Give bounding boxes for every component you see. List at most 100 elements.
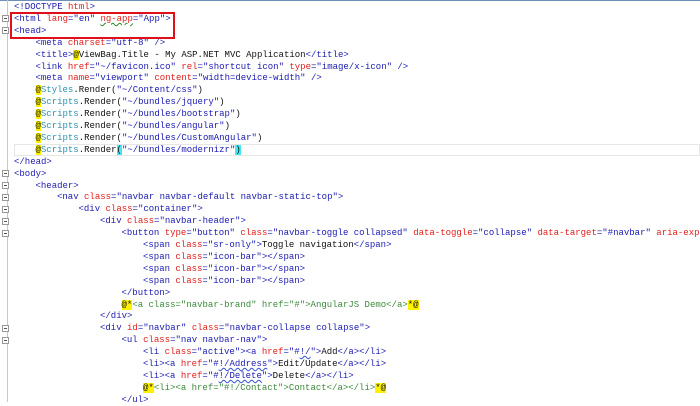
code-token-text: .Render	[79, 145, 117, 155]
code-token-type: Scripts	[41, 145, 79, 155]
annotation-highlight-box	[10, 12, 175, 39]
code-line[interactable]: <span class="icon-bar"></span>	[143, 263, 305, 275]
code-token-attr: class	[106, 204, 133, 214]
code-token-type: Scripts	[41, 97, 79, 107]
code-token-tag: <span	[143, 276, 175, 286]
code-token-type: Scripts	[41, 109, 79, 119]
code-line[interactable]: <body>	[14, 168, 46, 180]
code-token-val: "button"	[192, 228, 241, 238]
code-token-razor: *@	[375, 383, 386, 393]
code-token-tag: >	[197, 204, 202, 214]
code-line[interactable]: <div class="container">	[79, 203, 203, 215]
code-line[interactable]: <span class="sr-only">Toggle navigation<…	[143, 239, 391, 251]
code-token-attr: class	[127, 216, 154, 226]
code-token-tag: <span	[143, 252, 175, 262]
code-line[interactable]: <div class="navbar-header">	[100, 215, 246, 227]
code-token-text: )	[225, 121, 230, 131]
code-token-val: "~/bundles/angular"	[122, 121, 225, 131]
code-token-tag: </title>	[306, 50, 349, 60]
code-line[interactable]: </ul>	[122, 394, 149, 406]
code-token-tag: <li	[143, 347, 165, 357]
code-token-val: "~/favicon.ico"	[95, 62, 181, 72]
code-token-tag: <link	[36, 62, 68, 72]
code-token-attr: aria-expand	[656, 228, 700, 238]
code-line[interactable]: <nav class="navbar navbar-default navbar…	[57, 191, 343, 203]
code-token-tag: </head>	[14, 157, 52, 167]
code-line[interactable]: </head>	[14, 156, 52, 168]
collapse-toggle-icon[interactable]	[2, 218, 9, 225]
code-token-tag: />	[397, 62, 408, 72]
code-token-val: "icon-bar"	[208, 252, 262, 262]
code-token-val: "#	[208, 359, 219, 369]
code-token-tag: <li><a	[143, 359, 181, 369]
code-line[interactable]: @Styles.Render("~/Content/css")	[36, 84, 203, 96]
code-token-text: .Render(	[79, 109, 122, 119]
code-token-val: "icon-bar"	[208, 264, 262, 274]
collapse-toggle-icon[interactable]	[2, 206, 9, 213]
collapse-toggle-icon[interactable]	[2, 182, 9, 189]
code-line[interactable]: <meta name="viewport" content="width=dev…	[36, 72, 322, 84]
editor-top-border	[0, 0, 700, 1]
code-token-text: .Render(	[79, 121, 122, 131]
code-token-tag: <!DOCTYPE	[14, 2, 68, 12]
code-line[interactable]: </div>	[100, 310, 132, 322]
code-line[interactable]: @*<li><a href="#!/Contact">Contact</a></…	[143, 382, 386, 394]
code-token-val: "~/bundles/jquery"	[122, 97, 219, 107]
code-line[interactable]: <link href="~/favicon.ico" rel="shortcut…	[36, 61, 409, 73]
code-token-type: Styles	[41, 85, 73, 95]
collapse-toggle-icon[interactable]	[2, 15, 9, 22]
code-token-tag: <div	[100, 216, 127, 226]
code-token-tag: ></span>	[262, 264, 305, 274]
code-token-tag: <span	[143, 264, 175, 274]
code-token-tag: <span	[143, 240, 175, 250]
code-line[interactable]: @Scripts.Render("~/bundles/bootstrap")	[36, 108, 241, 120]
code-token-tag: </a></li>	[337, 359, 386, 369]
code-token-tag: />	[154, 38, 165, 48]
code-token-tag: ><a	[240, 347, 262, 357]
code-line[interactable]: <li class="active"><a href="#!/">Add</a>…	[143, 346, 386, 358]
collapse-toggle-icon[interactable]	[2, 325, 9, 332]
code-token-val: "sr-only"	[208, 240, 257, 250]
code-token-val: "shortcut icon"	[203, 62, 289, 72]
collapse-toggle-icon[interactable]	[2, 170, 9, 177]
code-token-tag: >	[365, 323, 370, 333]
code-line[interactable]: <button type="button" class="navbar-togg…	[122, 227, 700, 239]
code-token-tag: </div>	[100, 311, 132, 321]
code-token-attr: class	[175, 240, 202, 250]
code-token-tag: <li><a	[143, 371, 181, 381]
code-line[interactable]: <ul class="nav navbar-nav">	[122, 334, 268, 346]
code-line[interactable]: @Scripts.Render("~/bundles/modernizr")	[36, 144, 241, 156]
code-token-val: "nav navbar-nav"	[176, 335, 262, 345]
code-line[interactable]: <title>@ViewBag.Title - My ASP.NET MVC A…	[36, 49, 349, 61]
code-token-tag: <header>	[36, 181, 79, 191]
code-line[interactable]: @*<a class="navbar-brand" href="#">Angul…	[122, 299, 419, 311]
code-token-text: )	[219, 97, 224, 107]
code-line[interactable]: </button>	[122, 287, 171, 299]
collapse-toggle-icon[interactable]	[2, 337, 9, 344]
code-line[interactable]: @Scripts.Render("~/bundles/jquery")	[36, 96, 225, 108]
code-line[interactable]: <span class="icon-bar"></span>	[143, 251, 305, 263]
code-token-text: Toggle navigation	[262, 240, 354, 250]
code-line[interactable]: <span class="icon-bar"></span>	[143, 275, 305, 287]
code-token-tag: </span>	[354, 240, 392, 250]
code-token-val: "image/x-icon"	[316, 62, 397, 72]
code-editor[interactable]: <!DOCTYPE html><html lang="en" ng-app="A…	[0, 0, 700, 402]
code-token-val: "viewport"	[95, 73, 154, 83]
code-line[interactable]: <header>	[36, 180, 79, 192]
collapse-toggle-icon[interactable]	[2, 194, 9, 201]
code-token-tag: >	[338, 192, 343, 202]
collapse-toggle-icon[interactable]	[2, 27, 9, 34]
code-line[interactable]: <li><a href="#!/Delete">Delete</a></li>	[143, 370, 354, 382]
code-token-attr: content	[154, 73, 192, 83]
code-line[interactable]: <div id="navbar" class="navbar-collapse …	[100, 322, 370, 334]
code-token-attr: name	[68, 73, 90, 83]
code-token-type: Scripts	[41, 121, 79, 131]
code-token-val: "navbar-collapse collapse"	[224, 323, 364, 333]
code-token-tag: </a></li>	[305, 371, 354, 381]
code-token-val: "#	[208, 371, 219, 381]
code-line[interactable]: <li><a href="#!/Address">Edit/Update</a>…	[143, 358, 386, 370]
code-line[interactable]: @Scripts.Render("~/bundles/angular")	[36, 120, 230, 132]
collapse-toggle-icon[interactable]	[2, 230, 9, 237]
code-line[interactable]: @Scripts.Render("~/bundles/CustomAngular…	[36, 132, 263, 144]
code-token-tag: </ul>	[122, 395, 149, 405]
